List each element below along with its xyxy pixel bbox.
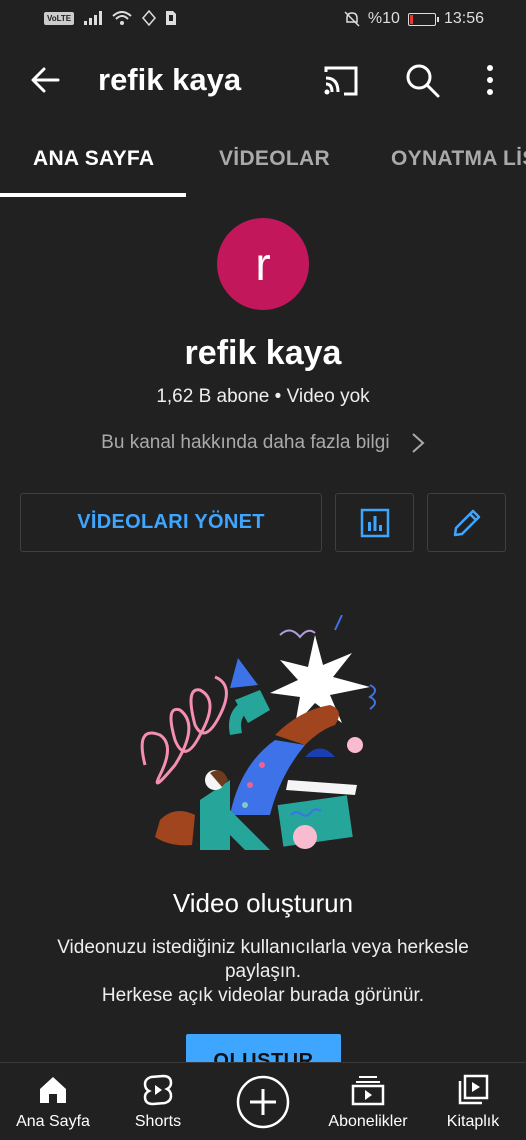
clock: 13:56	[443, 10, 484, 27]
empty-state-line2: Herkese açık videolar burada görünür.	[101, 985, 425, 1006]
tab-playlists[interactable]: OYNATMA LİSTELERİ	[391, 147, 526, 171]
battery-percent: %10	[367, 10, 400, 27]
chevron-right-icon	[412, 433, 425, 453]
wifi-icon	[112, 11, 132, 25]
about-channel-link[interactable]: Bu kanal hakkında daha fazla bilgi	[0, 432, 526, 454]
create-video-illustration	[140, 615, 376, 850]
nav-subscriptions-label: Abonelikler	[328, 1113, 408, 1130]
avatar[interactable]: r	[217, 218, 309, 310]
sim-icon	[166, 11, 177, 25]
tab-home[interactable]: ANA SAYFA	[33, 147, 154, 171]
more-vert-icon[interactable]	[476, 60, 504, 100]
manage-videos-button[interactable]: VİDEOLARI YÖNET	[20, 493, 322, 552]
shorts-icon	[143, 1074, 173, 1106]
pencil-icon	[453, 509, 480, 536]
mute-icon	[344, 11, 360, 27]
nav-library[interactable]: Kitaplık	[440, 1063, 506, 1140]
channel-meta: 1,62 B abone • Video yok	[156, 386, 370, 407]
data-saver-icon	[142, 10, 157, 26]
nav-shorts[interactable]: Shorts	[124, 1063, 192, 1140]
analytics-icon	[360, 508, 389, 537]
volte-indicator: VoLTE	[44, 11, 75, 25]
empty-state-line1: Videonuzu istediğiniz kullanıcılarla vey…	[57, 937, 469, 982]
about-channel-label: Bu kanal hakkında daha fazla bilgi	[101, 432, 390, 454]
nav-home[interactable]: Ana Sayfa	[14, 1063, 92, 1140]
empty-state-title: Video oluşturun	[172, 888, 354, 918]
signal-icon	[84, 11, 103, 25]
nav-subscriptions[interactable]: Abonelikler	[322, 1063, 414, 1140]
battery-icon	[407, 12, 439, 26]
cast-icon[interactable]	[322, 62, 360, 100]
subscriptions-icon	[351, 1076, 385, 1106]
search-icon[interactable]	[402, 60, 442, 100]
app-bar: refik kaya	[0, 40, 526, 120]
channel-name: refik kaya	[184, 334, 342, 372]
tab-videos[interactable]: VİDEOLAR	[219, 147, 330, 171]
status-bar: VoLTE %10 13:56	[0, 0, 526, 40]
tab-indicator	[0, 193, 186, 197]
back-arrow-icon[interactable]	[26, 60, 66, 100]
bottom-navigation: Ana Sayfa Shorts Abonelikler Kitaplık	[0, 1062, 526, 1140]
edit-channel-button[interactable]	[427, 493, 506, 552]
empty-state-description: Videonuzu istediğiniz kullanıcılarla vey…	[20, 936, 506, 1008]
home-icon	[40, 1077, 66, 1103]
library-icon	[458, 1074, 489, 1105]
nav-shorts-label: Shorts	[134, 1113, 182, 1130]
create-plus-icon[interactable]	[236, 1075, 290, 1129]
channel-tabs: ANA SAYFA VİDEOLAR OYNATMA LİSTELERİ	[0, 125, 526, 197]
nav-home-label: Ana Sayfa	[16, 1113, 90, 1130]
analytics-button[interactable]	[335, 493, 414, 552]
page-title: refik kaya	[98, 62, 242, 97]
nav-library-label: Kitaplık	[446, 1113, 500, 1130]
